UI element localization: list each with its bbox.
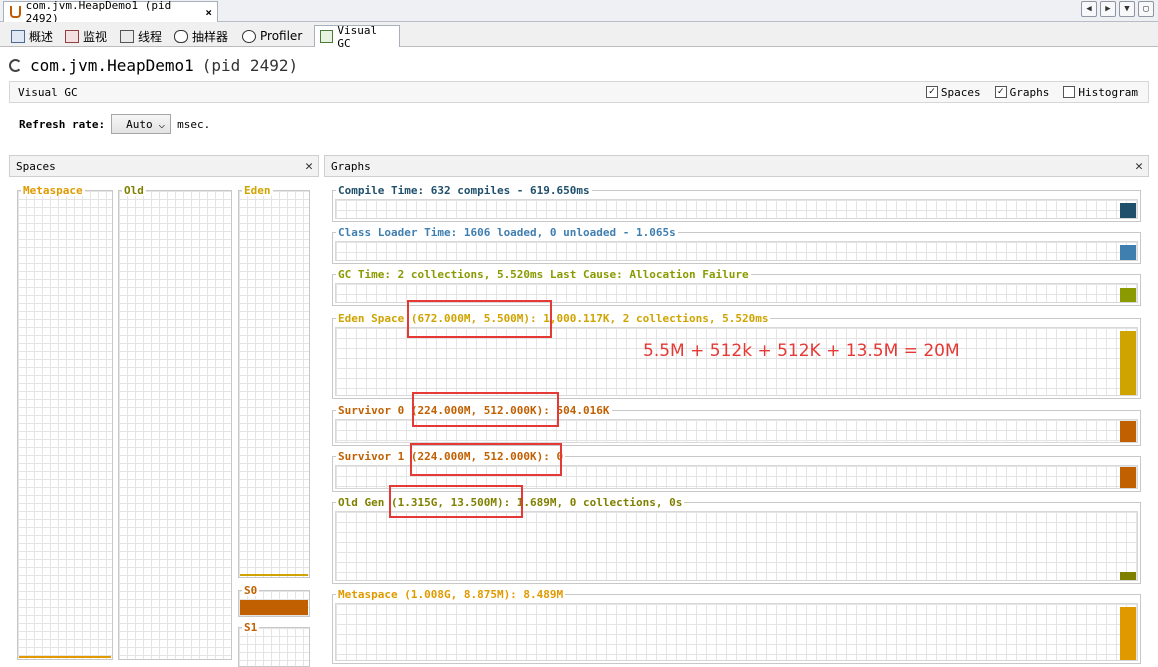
metaspace-bar [1120, 606, 1136, 660]
compile-time-label: Compile Time: 632 compiles - 619.650ms [336, 184, 592, 197]
old-gen-bar [1120, 571, 1136, 580]
spaces-checkbox-box[interactable]: ✓ [925, 86, 938, 98]
scroll-tabs-left-icon[interactable]: ◀ [1081, 1, 1097, 17]
visual-gc-bar: Visual GC ✓ Spaces ✓ Graphs Histogram [9, 81, 1149, 103]
refresh-rate-unit: msec. [177, 117, 211, 131]
eden-fill [240, 574, 308, 576]
overview-icon [11, 29, 25, 43]
tab-threads-label: 线程 [138, 29, 163, 44]
spaces-panel-header: Spaces ✕ [9, 155, 319, 177]
compile-time-bar [1120, 202, 1136, 218]
chevron-down-icon: ⌵ [158, 117, 166, 131]
document-tab[interactable]: com.jvm.HeapDemo1 (pid 2492) × [3, 0, 218, 25]
tab-monitor-label: 监视 [83, 29, 108, 44]
survivor1-highlight-box [410, 443, 562, 476]
refresh-rate-value: Auto [126, 117, 153, 131]
spaces-checkbox-label: Spaces [940, 85, 981, 99]
class-loader-label: Class Loader Time: 1606 loaded, 0 unload… [336, 226, 678, 239]
histogram-checkbox[interactable]: Histogram [1063, 86, 1138, 99]
tab-threads[interactable]: 线程 [115, 25, 167, 47]
tab-overview-label: 概述 [29, 29, 54, 44]
refresh-rate-row: Refresh rate: Auto ⌵ msec. [19, 114, 210, 134]
graphs-checkbox-box[interactable]: ✓ [994, 86, 1007, 98]
visual-gc-title: Visual GC [18, 85, 78, 99]
java-cup-icon [10, 6, 21, 18]
s0-column: S0 [238, 585, 310, 617]
spaces-panel-title: Spaces [16, 159, 56, 173]
eden-space-bar [1120, 331, 1136, 395]
gc-time-bar [1120, 287, 1136, 302]
close-graphs-panel-icon[interactable]: ✕ [1135, 159, 1143, 174]
old-label: Old [122, 184, 146, 197]
metaspace-label: Metaspace [21, 184, 85, 197]
loading-spinner-icon [9, 59, 22, 72]
refresh-rate-label: Refresh rate: [19, 117, 106, 131]
monitor-icon [65, 29, 79, 43]
close-tab-icon[interactable]: × [205, 6, 212, 19]
survivor1-bar [1120, 467, 1136, 488]
visualgc-icon [320, 30, 334, 43]
tab-profiler[interactable]: Profiler [237, 25, 307, 47]
eden-label: Eden [242, 184, 273, 197]
eden-space-label: Eden Space (672.000M, 5.500M): 1,000.117… [336, 312, 771, 325]
tab-visual-gc-label: Visual GC [337, 23, 378, 50]
document-tab-bar: com.jvm.HeapDemo1 (pid 2492) × ◀ ▶ ▼ ▢ [0, 0, 1158, 25]
tab-profiler-label: Profiler [260, 29, 303, 43]
graphs-checkbox[interactable]: ✓ Graphs [994, 85, 1050, 99]
eden-column: Eden [238, 185, 310, 578]
survivor0-highlight-box [412, 392, 559, 427]
tab-list-dropdown-icon[interactable]: ▼ [1119, 1, 1135, 17]
graphs-checkbox-label: Graphs [1009, 85, 1050, 99]
histogram-checkbox-box[interactable] [1063, 86, 1076, 98]
refresh-rate-select[interactable]: Auto ⌵ [111, 114, 172, 134]
tab-visual-gc[interactable]: Visual GC [314, 23, 400, 50]
s1-column: S1 [238, 622, 310, 667]
s0-fill [240, 600, 308, 615]
old-gen-highlight-box [389, 485, 523, 518]
memory-sum-annotation: 5.5M + 512k + 512K + 13.5M = 20M [643, 341, 960, 361]
close-spaces-panel-icon[interactable]: ✕ [305, 159, 313, 174]
maximize-window-icon[interactable]: ▢ [1138, 1, 1154, 17]
eden-highlight-box [407, 300, 552, 338]
metaspace-fill [19, 655, 111, 658]
sampler-icon [174, 29, 188, 43]
view-tab-bar: 概述 监视 线程 抽样器 Profiler Visual GC [0, 22, 1158, 50]
scroll-tabs-right-icon[interactable]: ▶ [1100, 1, 1116, 17]
graphs-panel-header: Graphs ✕ [324, 155, 1149, 177]
page-title: com.jvm.HeapDemo1 (pid 2492) [9, 56, 298, 75]
class-loader-graph: Class Loader Time: 1606 loaded, 0 unload… [332, 227, 1141, 264]
metaspace-graph-label: Metaspace (1.008G, 8.875M): 8.489M [336, 588, 566, 601]
old-column: Old [118, 185, 232, 660]
tab-sampler-label: 抽样器 [192, 29, 229, 44]
metaspace-graph: Metaspace (1.008G, 8.875M): 8.489M [332, 589, 1141, 664]
compile-time-graph: Compile Time: 632 compiles - 619.650ms [332, 185, 1141, 222]
pid-label: (pid 2492) [201, 56, 299, 75]
graphs-panel-title: Graphs [331, 159, 371, 173]
survivor0-bar [1120, 421, 1136, 442]
app-name: com.jvm.HeapDemo1 [30, 56, 194, 75]
s1-label: S1 [242, 621, 260, 634]
spaces-checkbox[interactable]: ✓ Spaces [925, 85, 981, 99]
class-loader-bar [1120, 244, 1136, 260]
tab-sampler[interactable]: 抽样器 [169, 25, 233, 47]
s0-label: S0 [242, 584, 260, 597]
histogram-checkbox-label: Histogram [1078, 85, 1138, 99]
profiler-icon [242, 29, 256, 43]
threads-icon [120, 29, 134, 43]
tab-overview[interactable]: 概述 [6, 25, 58, 47]
gc-time-label: GC Time: 2 collections, 5.520ms Last Cau… [336, 268, 751, 281]
tab-monitor[interactable]: 监视 [60, 25, 112, 47]
metaspace-column: Metaspace [17, 185, 113, 660]
